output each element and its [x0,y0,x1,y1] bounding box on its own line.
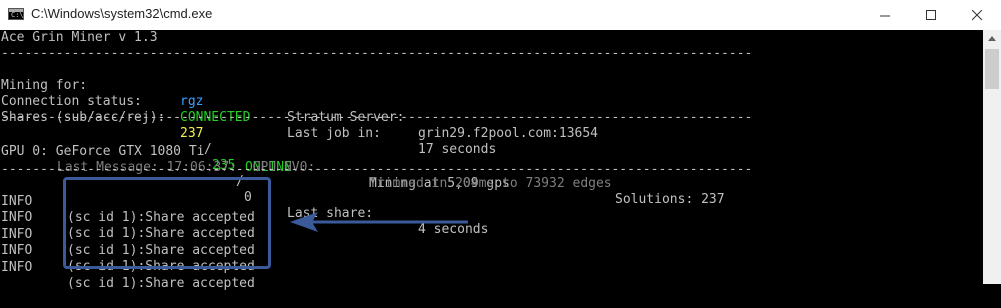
scrollbar-thumb[interactable] [985,49,999,89]
cmd-app-icon[interactable]: C:\ [8,8,24,20]
scroll-up-icon [988,36,996,41]
annotation-arrow [290,212,468,232]
miner-header: Ace Grin Miner v 1.3 [1,30,158,45]
cmd-window: C:\ C:\Windows\system32\cmd.exe Ace Grin… [0,0,1001,291]
vertical-scrollbar[interactable] [983,30,1001,284]
log-line: INFO (sc id 1):Share accepted [1,244,255,291]
log-message: (sc id 1):Share accepted [67,276,255,291]
close-icon [971,9,982,20]
gpu-line: GPU 0: GeForce GTX 1080 Ti ONLINE Mining… [1,128,725,207]
shares-submitted: 237 [180,126,204,141]
log-level: INFO [1,260,33,275]
log-line: INFO (sc id 1):Share accepted [1,211,255,258]
log-line: INFO (sc id 1):Share accepted [1,194,255,241]
close-button[interactable] [954,0,1000,30]
separator-line: ----------------------------------------… [1,46,753,61]
connection-line: Connection status: CONNECTED Last job in… [1,78,496,157]
mining-for-value: rgz [180,94,204,109]
stratum-value: grin29.f2pool.com:13654 [418,126,599,141]
minimize-icon [879,15,890,16]
title-bar[interactable]: C:\ C:\Windows\system32\cmd.exe [0,0,1001,30]
window-title: C:\Windows\system32\cmd.exe [31,6,213,21]
maximize-button[interactable] [908,0,954,30]
shares-line: Shares (sub/acc/rej): 237 / 235 / 0 Last… [1,94,488,237]
last-message-line: Last Message: 17:06:37: GPU NV0: Trimmed… [1,144,612,191]
minimize-button[interactable] [862,0,908,30]
trimmed-info: Trimmed in 204ms to 73932 edges [369,176,612,191]
scroll-up-button[interactable] [983,30,1001,47]
last-job-value: 17 seconds [418,142,497,157]
mining-for-line: Mining for: rgz Stratum Server: grin29.f… [1,62,598,141]
annotation-highlight-box [63,177,271,269]
maximize-icon [925,9,936,20]
separator-line: ----------------------------------------… [1,110,753,125]
log-line: INFO (sc id 1):Share accepted [1,227,255,274]
gpu-solutions: Solutions: 237 [615,192,725,207]
last-job-label: Last job in: [287,126,381,141]
shares-slash: / [204,142,212,157]
log-line: INFO (sc id 1):Share accepted [1,178,255,225]
separator-line: ----------------------------------------… [1,162,753,177]
